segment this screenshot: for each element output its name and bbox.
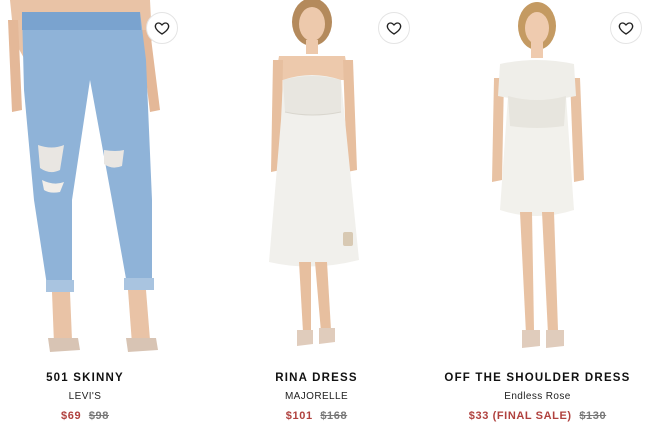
model-white-dress-image xyxy=(269,0,359,346)
product-info: 501 SKINNY LEVI'S $69 $98 xyxy=(0,371,170,423)
product-card[interactable]: OFF THE SHOULDER DRESS Endless Rose $33 … xyxy=(430,0,645,432)
sale-price: $101 xyxy=(285,410,313,422)
original-price: $130 xyxy=(579,410,607,422)
sale-price: $69 xyxy=(61,410,82,422)
product-prices: $101 $168 xyxy=(215,409,418,423)
product-grid: 501 SKINNY LEVI'S $69 $98 RINA DRESS MAJ… xyxy=(0,0,645,432)
original-price: $98 xyxy=(88,410,109,422)
product-info: OFF THE SHOULDER DRESS Endless Rose $33 … xyxy=(430,371,645,423)
product-brand[interactable]: LEVI'S xyxy=(0,391,170,403)
product-brand[interactable]: Endless Rose xyxy=(430,391,645,403)
heart-icon xyxy=(386,22,402,35)
wishlist-button[interactable] xyxy=(610,12,642,44)
product-card[interactable]: RINA DRESS MAJORELLE $101 $168 xyxy=(215,0,430,432)
model-off-shoulder-dress-image xyxy=(492,2,584,348)
product-info: RINA DRESS MAJORELLE $101 $168 xyxy=(215,371,418,423)
product-image[interactable] xyxy=(0,0,215,360)
product-name[interactable]: RINA DRESS xyxy=(215,371,418,385)
original-price: $168 xyxy=(320,410,348,422)
product-image[interactable] xyxy=(215,0,430,360)
product-brand[interactable]: MAJORELLE xyxy=(215,391,418,403)
heart-icon xyxy=(618,22,634,35)
heart-icon xyxy=(154,22,170,35)
model-jeans-image xyxy=(8,0,160,352)
product-prices: $33 (FINAL SALE) $130 xyxy=(430,409,645,423)
wishlist-button[interactable] xyxy=(378,12,410,44)
product-name[interactable]: 501 SKINNY xyxy=(0,371,170,385)
product-image[interactable] xyxy=(430,0,645,360)
product-prices: $69 $98 xyxy=(0,409,170,423)
product-name[interactable]: OFF THE SHOULDER DRESS xyxy=(430,371,645,385)
sale-price: $33 (FINAL SALE) xyxy=(468,410,572,422)
product-card[interactable]: 501 SKINNY LEVI'S $69 $98 xyxy=(0,0,215,432)
wishlist-button[interactable] xyxy=(146,12,178,44)
